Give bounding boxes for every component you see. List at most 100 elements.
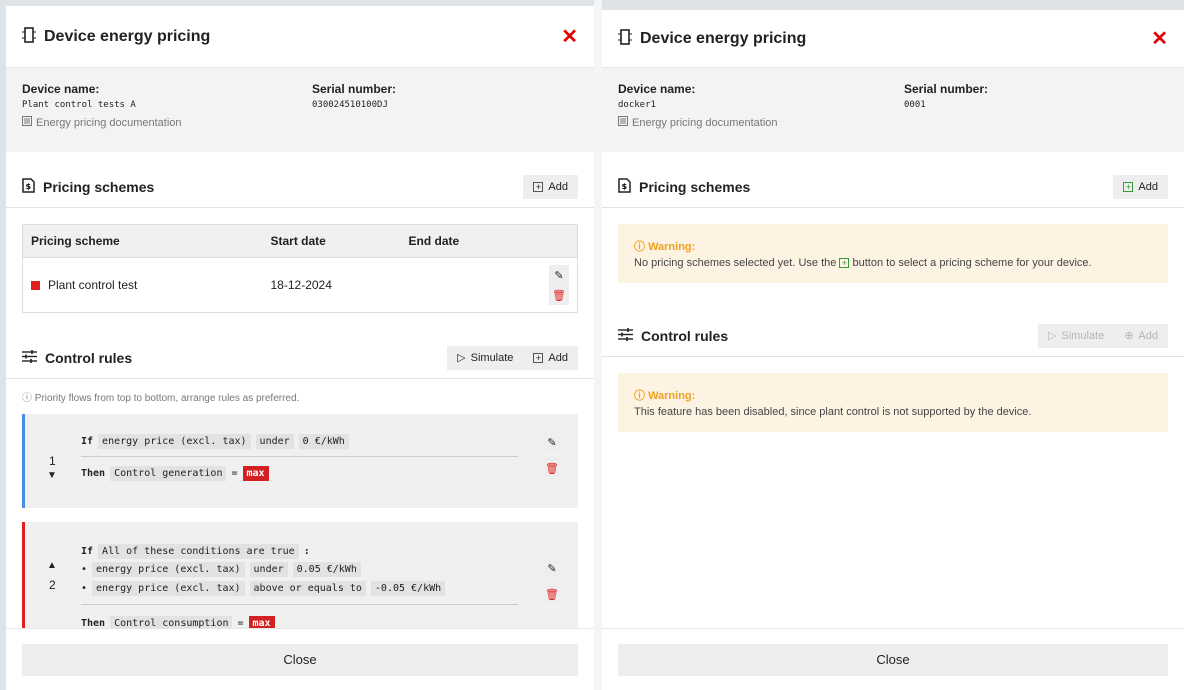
svg-text:$: $ bbox=[622, 182, 628, 191]
condition-field-chip[interactable]: energy price (excl. tax) bbox=[92, 581, 245, 596]
device-chip-icon bbox=[618, 29, 632, 48]
pricing-document-icon: $ bbox=[618, 177, 631, 196]
condition-operator-chip[interactable]: under bbox=[249, 562, 288, 577]
serial-number-label: Serial number: bbox=[904, 82, 989, 96]
close-button[interactable]: Close bbox=[22, 643, 578, 676]
scheme-name: Plant control test bbox=[48, 278, 138, 292]
condition-value-chip[interactable]: 0.05 €/kWh bbox=[292, 562, 361, 577]
rule-divider bbox=[81, 456, 518, 457]
device-chip-icon bbox=[22, 27, 36, 46]
rule-action: Then Control generation = max bbox=[81, 466, 269, 481]
condition-operator-chip[interactable]: under bbox=[255, 434, 294, 449]
play-icon: ▷ bbox=[1047, 330, 1057, 342]
add-label: Add bbox=[548, 180, 568, 193]
simulate-label: Simulate bbox=[470, 351, 514, 364]
warning-title-text: Warning: bbox=[648, 390, 696, 402]
energy-pricing-dialog-left: Device energy pricing ✕ Device name: Pla… bbox=[6, 6, 594, 690]
table-header-row: Pricing scheme Start date End date bbox=[22, 224, 578, 258]
rule-condition-1: • energy price (excl. tax) under 0.05 €/… bbox=[81, 562, 361, 577]
close-icon[interactable]: ✕ bbox=[1151, 26, 1168, 51]
simulate-label: Simulate bbox=[1061, 329, 1105, 342]
plus-icon: + bbox=[839, 258, 850, 268]
close-button[interactable]: Close bbox=[618, 643, 1168, 676]
plus-icon: + bbox=[533, 181, 544, 192]
device-name-label: Device name: bbox=[618, 82, 696, 96]
simulate-button[interactable]: ▷ Simulate bbox=[447, 345, 524, 370]
warning-text-pre: No pricing schemes selected yet. Use the bbox=[634, 257, 837, 269]
add-pricing-scheme-button[interactable]: + Add bbox=[1113, 174, 1168, 199]
info-icon: ⓘ bbox=[22, 393, 32, 404]
condition-field-chip[interactable]: energy price (excl. tax) bbox=[92, 562, 245, 577]
control-rule-2[interactable]: ▲ 2 If All of these conditions are true … bbox=[22, 522, 578, 644]
svg-text:$: $ bbox=[26, 182, 32, 191]
warning-title-text: Warning: bbox=[648, 241, 696, 253]
edit-pencil-icon[interactable]: ✎ bbox=[542, 432, 562, 452]
column-pricing-scheme: Pricing scheme bbox=[22, 224, 263, 258]
move-down-arrow-icon[interactable]: ▼ bbox=[47, 470, 57, 481]
plus-circle-icon: ⊕ bbox=[1124, 330, 1134, 342]
panel-gap bbox=[594, 0, 602, 690]
device-info: Device name: docker1 Serial number: 0001… bbox=[602, 68, 1184, 152]
document-icon bbox=[618, 116, 628, 129]
action-field-chip[interactable]: Control generation bbox=[110, 466, 227, 481]
pricing-schemes-header: $ Pricing schemes + Add bbox=[6, 166, 594, 208]
documentation-link-text: Energy pricing documentation bbox=[632, 116, 778, 129]
play-icon: ▷ bbox=[457, 352, 466, 364]
pricing-document-icon: $ bbox=[22, 177, 35, 196]
condition-group-chip[interactable]: All of these conditions are true bbox=[98, 544, 299, 559]
rule-priority-number: 1 bbox=[49, 454, 56, 468]
documentation-link[interactable]: Energy pricing documentation bbox=[618, 116, 1168, 129]
simulate-button[interactable]: ▷ Simulate bbox=[1037, 323, 1115, 348]
priority-note: ⓘ Priority flows from top to bottom, arr… bbox=[6, 379, 594, 414]
dialog-header: Device energy pricing ✕ bbox=[6, 6, 594, 68]
control-rules-title: Control rules bbox=[45, 349, 133, 366]
dialog-footer: Close bbox=[6, 628, 594, 690]
control-rules-title: Control rules bbox=[641, 327, 729, 344]
warning-text-post: button to select a pricing scheme for yo… bbox=[852, 257, 1092, 269]
add-pricing-scheme-button[interactable]: + Add bbox=[523, 174, 578, 199]
add-control-rule-button[interactable]: ⊕ Add bbox=[1114, 323, 1168, 348]
rule-divider bbox=[81, 604, 518, 605]
condition-operator-chip[interactable]: above or equals to bbox=[249, 581, 366, 596]
add-control-rule-button[interactable]: + Add bbox=[523, 345, 578, 370]
condition-value-chip[interactable]: 0 €/kWh bbox=[298, 434, 349, 449]
delete-trash-icon[interactable]: 🗑 bbox=[542, 584, 562, 604]
device-name-label: Device name: bbox=[22, 82, 100, 96]
if-keyword: If bbox=[81, 546, 94, 557]
if-keyword: If bbox=[81, 436, 94, 447]
serial-number-value: 030024510100DJ bbox=[312, 100, 388, 110]
bullet: • bbox=[81, 583, 88, 594]
warning-title: ⓘ Warning: bbox=[634, 238, 1152, 254]
priority-note-text: Priority flows from top to bottom, arran… bbox=[34, 393, 300, 404]
colon: : bbox=[303, 546, 310, 557]
edit-pencil-icon[interactable]: ✎ bbox=[549, 265, 569, 285]
documentation-link-text: Energy pricing documentation bbox=[36, 116, 182, 129]
sliders-icon bbox=[22, 349, 37, 366]
add-label: Add bbox=[1138, 180, 1158, 193]
condition-field-chip[interactable]: energy price (excl. tax) bbox=[98, 434, 251, 449]
close-icon[interactable]: ✕ bbox=[561, 24, 578, 49]
condition-value-chip[interactable]: -0.05 €/kWh bbox=[370, 581, 446, 596]
move-up-arrow-icon[interactable]: ▲ bbox=[47, 560, 57, 571]
documentation-link[interactable]: Energy pricing documentation bbox=[22, 116, 578, 129]
edit-pencil-icon[interactable]: ✎ bbox=[542, 558, 562, 578]
delete-trash-icon[interactable]: 🗑 bbox=[542, 458, 562, 478]
rule-condition-group: If All of these conditions are true : bbox=[81, 544, 310, 559]
warning-message: This feature has been disabled, since pl… bbox=[634, 406, 1032, 418]
scheme-name-cell: Plant control test bbox=[22, 257, 263, 313]
control-rules-warning: ⓘ Warning: This feature has been disable… bbox=[618, 373, 1168, 432]
delete-trash-icon[interactable]: 🗑 bbox=[549, 285, 569, 305]
table-row[interactable]: Plant control test 18-12-2024 ✎🗑 bbox=[22, 257, 578, 313]
rule-condition: If energy price (excl. tax) under 0 €/kW… bbox=[81, 434, 349, 449]
scheme-end-date bbox=[400, 257, 514, 313]
control-rules-header: Control rules ▷ Simulate + Add bbox=[6, 337, 594, 379]
action-value-chip[interactable]: max bbox=[242, 466, 269, 481]
pricing-schemes-header: $ Pricing schemes + Add bbox=[602, 166, 1184, 208]
column-end-date: End date bbox=[400, 224, 514, 258]
serial-number-value: 0001 bbox=[904, 100, 926, 110]
bullet: • bbox=[81, 564, 88, 575]
warning-icon: ⓘ bbox=[634, 390, 645, 402]
control-rule-1[interactable]: 1 ▼ If energy price (excl. tax) under 0 … bbox=[22, 414, 578, 508]
column-start-date: Start date bbox=[262, 224, 401, 258]
scheme-start-date: 18-12-2024 bbox=[262, 257, 401, 313]
